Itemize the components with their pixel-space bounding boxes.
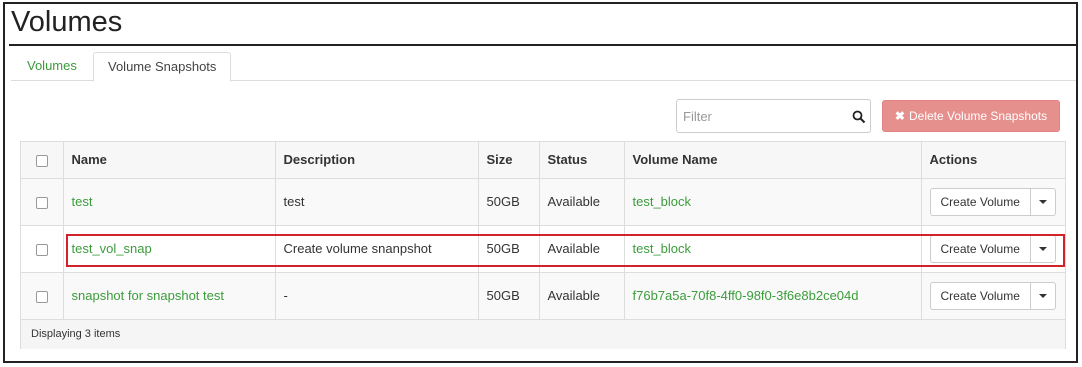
column-header-size[interactable]: Size — [478, 142, 540, 179]
table-header-row: Name Description Size Status Volume Name… — [21, 142, 1065, 179]
table-footer: Displaying 3 items — [21, 320, 1065, 349]
column-header-status[interactable]: Status — [539, 142, 625, 179]
column-header-actions: Actions — [921, 142, 1065, 179]
delete-button-label: Delete Volume Snapshots — [908, 109, 1048, 123]
tab-volume-snapshots[interactable]: Volume Snapshots — [93, 52, 232, 82]
caret-down-icon — [1038, 293, 1047, 298]
snapshot-description: Create volume snanpshot — [275, 225, 479, 273]
window-frame: Volumes Volumes Volume Snapshots ✖ Delet… — [3, 2, 1078, 363]
snapshot-status: Available — [539, 178, 625, 226]
row-checkbox[interactable] — [35, 243, 48, 256]
title-divider — [9, 44, 1076, 46]
actions-dropdown-toggle[interactable] — [1029, 234, 1056, 263]
create-volume-button[interactable]: Create Volume — [929, 281, 1030, 310]
column-header-name[interactable]: Name — [63, 142, 276, 179]
snapshot-status: Available — [539, 272, 625, 320]
select-all-checkbox[interactable] — [35, 154, 48, 167]
tab-volumes[interactable]: Volumes — [13, 52, 91, 82]
snapshot-name-link[interactable]: test — [72, 194, 93, 209]
row-checkbox[interactable] — [35, 290, 48, 303]
delete-volume-snapshots-button[interactable]: ✖ Delete Volume Snapshots — [882, 100, 1060, 132]
row-actions: Create Volume — [929, 234, 1058, 263]
row-actions: Create Volume — [929, 187, 1058, 216]
create-volume-button[interactable]: Create Volume — [929, 187, 1030, 216]
volume-name-link[interactable]: f76b7a5a-70f8-4ff0-98f0-3f6e8b2ce04d — [633, 288, 859, 303]
table-row: test_vol_snap Create volume snanpshot 50… — [21, 225, 1065, 273]
snapshot-size: 50GB — [478, 178, 540, 226]
snapshot-description: test — [275, 178, 479, 226]
caret-down-icon — [1038, 246, 1047, 251]
volume-name-link[interactable]: test_block — [633, 194, 692, 209]
actions-dropdown-toggle[interactable] — [1029, 187, 1056, 216]
row-checkbox[interactable] — [35, 196, 48, 209]
snapshot-size: 50GB — [478, 225, 540, 273]
create-volume-button[interactable]: Create Volume — [929, 234, 1030, 263]
snapshot-size: 50GB — [478, 272, 540, 320]
volume-name-link[interactable]: test_block — [633, 241, 692, 256]
tab-bar: Volumes Volume Snapshots — [11, 52, 1076, 82]
snapshot-name-link[interactable]: snapshot for snapshot test — [72, 288, 224, 303]
search-icon[interactable] — [852, 110, 866, 124]
table-row: snapshot for snapshot test - 50GB Availa… — [21, 272, 1065, 320]
page-title: Volumes — [11, 6, 123, 38]
close-icon: ✖ — [894, 109, 905, 123]
snapshot-description: - — [275, 272, 479, 320]
snapshot-name-link[interactable]: test_vol_snap — [72, 241, 152, 256]
column-header-description[interactable]: Description — [275, 142, 479, 179]
filter-field[interactable] — [676, 99, 871, 133]
table-row: test test 50GB Available test_block Crea… — [21, 178, 1065, 226]
caret-down-icon — [1038, 199, 1047, 204]
snapshots-table: Name Description Size Status Volume Name… — [20, 141, 1066, 349]
snapshot-status: Available — [539, 225, 625, 273]
actions-dropdown-toggle[interactable] — [1029, 281, 1056, 310]
filter-input[interactable] — [677, 100, 847, 132]
column-header-volume-name[interactable]: Volume Name — [624, 142, 922, 179]
row-actions: Create Volume — [929, 281, 1058, 310]
